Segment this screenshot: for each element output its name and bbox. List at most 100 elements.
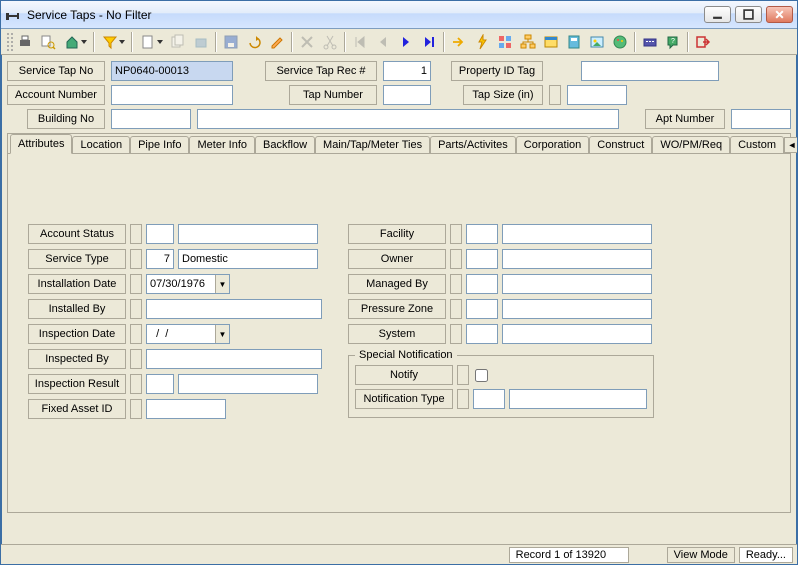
- inspection-date-input[interactable]: ▼: [146, 324, 230, 344]
- installation-date-input[interactable]: ▼: [146, 274, 230, 294]
- tab-pipe-info[interactable]: Pipe Info: [130, 136, 189, 154]
- content-area: Service Tap No Service Tap Rec # Propert…: [1, 55, 797, 544]
- tap-size-label: Tap Size (in): [463, 85, 543, 105]
- cut-button[interactable]: [319, 31, 341, 53]
- grid-a-button[interactable]: [494, 31, 516, 53]
- facility-code[interactable]: [466, 224, 498, 244]
- owner-lookup[interactable]: [450, 249, 462, 269]
- building-no-input[interactable]: [111, 109, 191, 129]
- tab-meter-info[interactable]: Meter Info: [189, 136, 255, 154]
- facility-desc[interactable]: [502, 224, 652, 244]
- managed-by-code[interactable]: [466, 274, 498, 294]
- tab-construct[interactable]: Construct: [589, 136, 652, 154]
- pressure-zone-desc[interactable]: [502, 299, 652, 319]
- tab-wo-pm-req[interactable]: WO/PM/Req: [652, 136, 730, 154]
- last-record-button[interactable]: [418, 31, 440, 53]
- tab-main-tap-meter-ties[interactable]: Main/Tap/Meter Ties: [315, 136, 430, 154]
- edit-button[interactable]: [266, 31, 288, 53]
- installed-by-input[interactable]: [146, 299, 322, 319]
- keyboard-button[interactable]: [639, 31, 661, 53]
- close-button[interactable]: [766, 6, 793, 23]
- service-type-desc[interactable]: [178, 249, 318, 269]
- tap-size-lookup[interactable]: [549, 85, 561, 105]
- tab-scroll-left[interactable]: ◄: [784, 137, 797, 153]
- tab-backflow[interactable]: Backflow: [255, 136, 315, 154]
- owner-code[interactable]: [466, 249, 498, 269]
- account-status-code[interactable]: [146, 224, 174, 244]
- managed-by-desc[interactable]: [502, 274, 652, 294]
- inspected-by-input[interactable]: [146, 349, 322, 369]
- building-desc-input[interactable]: [197, 109, 619, 129]
- maximize-button[interactable]: [735, 6, 762, 23]
- service-tap-no-input[interactable]: [111, 61, 233, 81]
- status-bar: Record 1 of 13920 View Mode Ready...: [1, 544, 797, 564]
- notification-type-lookup[interactable]: [457, 389, 469, 409]
- service-type-code[interactable]: [146, 249, 174, 269]
- building-no-label: Building No: [27, 109, 105, 129]
- account-status-lookup[interactable]: [130, 224, 142, 244]
- toolbar-grip: [5, 31, 13, 53]
- fixed-asset-id-lookup[interactable]: [130, 399, 142, 419]
- pressure-zone-lookup[interactable]: [450, 299, 462, 319]
- inspection-result-lookup[interactable]: [130, 374, 142, 394]
- palette-button[interactable]: [609, 31, 631, 53]
- next-record-button[interactable]: [395, 31, 417, 53]
- service-type-lookup[interactable]: [130, 249, 142, 269]
- notification-type-desc[interactable]: [509, 389, 647, 409]
- property-id-tag-input[interactable]: [581, 61, 719, 81]
- tap-number-input[interactable]: [383, 85, 431, 105]
- system-code[interactable]: [466, 324, 498, 344]
- tab-location[interactable]: Location: [72, 136, 130, 154]
- delete-button[interactable]: [296, 31, 318, 53]
- account-number-input[interactable]: [111, 85, 233, 105]
- preview-button[interactable]: [37, 31, 59, 53]
- save-button[interactable]: [220, 31, 242, 53]
- account-status-desc[interactable]: [178, 224, 318, 244]
- pressure-zone-code[interactable]: [466, 299, 498, 319]
- print-button[interactable]: [14, 31, 36, 53]
- apt-number-input[interactable]: [731, 109, 791, 129]
- home-dropdown[interactable]: [60, 31, 90, 53]
- chevron-down-icon[interactable]: ▼: [215, 325, 229, 343]
- tab-attributes[interactable]: Attributes: [10, 134, 72, 154]
- owner-desc[interactable]: [502, 249, 652, 269]
- prev-record-button[interactable]: [372, 31, 394, 53]
- managed-by-lookup[interactable]: [450, 274, 462, 294]
- lightning-button[interactable]: [471, 31, 493, 53]
- help-button[interactable]: ?: [662, 31, 684, 53]
- exit-button[interactable]: [692, 31, 714, 53]
- system-lookup[interactable]: [450, 324, 462, 344]
- copy-doc-button[interactable]: [167, 31, 189, 53]
- chevron-down-icon[interactable]: ▼: [215, 275, 229, 293]
- inspection-date-lookup[interactable]: [130, 324, 142, 344]
- notification-type-code[interactable]: [473, 389, 505, 409]
- first-record-button[interactable]: [349, 31, 371, 53]
- new-doc-dropdown[interactable]: [136, 31, 166, 53]
- tap-size-input[interactable]: [567, 85, 627, 105]
- calc-button[interactable]: [563, 31, 585, 53]
- tab-custom[interactable]: Custom: [730, 136, 784, 154]
- window-a-button[interactable]: [540, 31, 562, 53]
- service-tap-rec-input[interactable]: [383, 61, 431, 81]
- tab-parts-activities[interactable]: Parts/Activites: [430, 136, 516, 154]
- fixed-asset-id-input[interactable]: [146, 399, 226, 419]
- installation-date-lookup[interactable]: [130, 274, 142, 294]
- notify-checkbox[interactable]: [475, 369, 488, 382]
- tab-body-attributes: Account Status Service Type In: [8, 153, 790, 512]
- inspected-by-label: Inspected By: [28, 349, 126, 369]
- facility-lookup[interactable]: [450, 224, 462, 244]
- inspected-by-lookup[interactable]: [130, 349, 142, 369]
- structure-button[interactable]: [517, 31, 539, 53]
- installed-by-lookup[interactable]: [130, 299, 142, 319]
- filter-dropdown[interactable]: [98, 31, 128, 53]
- notify-lookup[interactable]: [457, 365, 469, 385]
- minimize-button[interactable]: [704, 6, 731, 23]
- system-desc[interactable]: [502, 324, 652, 344]
- inspection-result-desc[interactable]: [178, 374, 318, 394]
- inspection-result-code[interactable]: [146, 374, 174, 394]
- tool-a-button[interactable]: [190, 31, 212, 53]
- image-button[interactable]: [586, 31, 608, 53]
- tab-corporation[interactable]: Corporation: [516, 136, 589, 154]
- undo-button[interactable]: [243, 31, 265, 53]
- goto-button[interactable]: [448, 31, 470, 53]
